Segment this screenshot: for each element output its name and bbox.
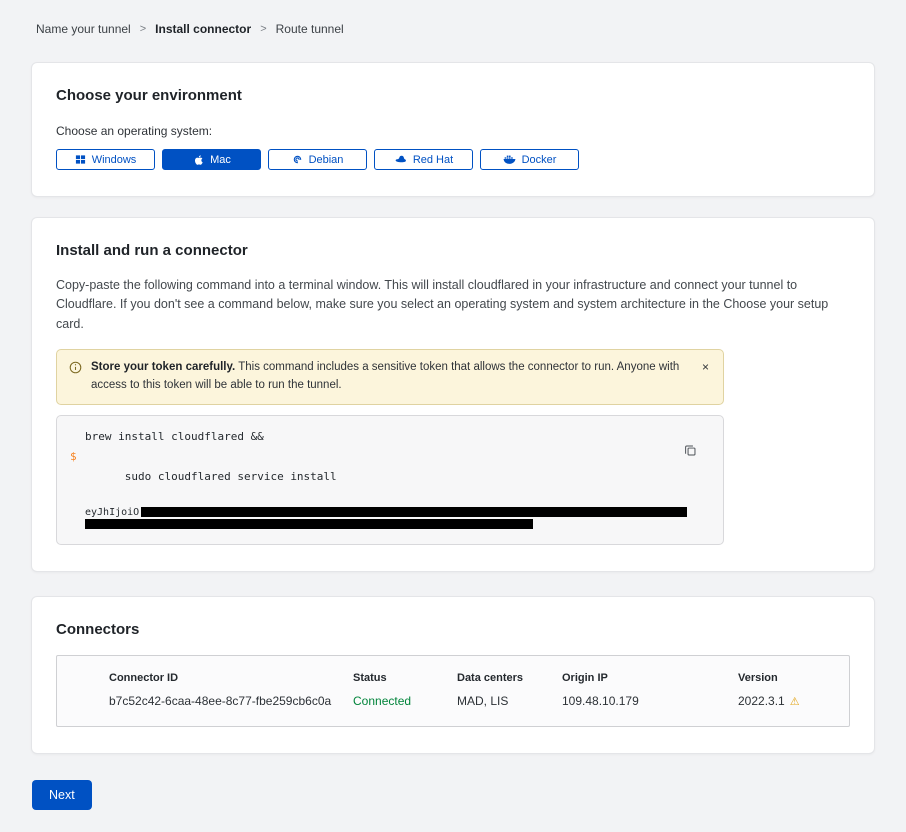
connectors-table-header: Connector ID Status Data centers Origin …	[57, 672, 849, 684]
command-line-2-text: sudo cloudflared service install	[125, 470, 337, 483]
os-button-debian[interactable]: Debian	[268, 149, 367, 170]
origin-ip-value: 109.48.10.179	[562, 694, 738, 708]
command-line-1: brew install cloudflared &&	[85, 427, 679, 447]
redacted-token-bar	[85, 519, 533, 529]
docker-logo-icon	[503, 154, 516, 165]
os-button-redhat[interactable]: Red Hat	[374, 149, 473, 170]
os-button-label: Mac	[210, 154, 231, 166]
table-row: b7c52c42-6caa-48ee-8c77-fbe259cb6c0a Con…	[57, 694, 849, 708]
os-button-label: Debian	[309, 154, 344, 166]
version-warning-icon: ⚠	[790, 696, 800, 708]
info-icon	[69, 361, 82, 379]
token-prefix: eyJhIjoiO	[85, 507, 139, 518]
debian-logo-icon	[292, 154, 303, 165]
token-warning-banner: Store your token carefully. This command…	[56, 349, 724, 405]
token-warning-text: Store your token carefully. This command…	[91, 359, 689, 395]
command-line-2: $sudo cloudflared service install	[85, 447, 679, 507]
environment-card-title: Choose your environment	[56, 87, 850, 104]
header-data-centers: Data centers	[457, 672, 562, 684]
breadcrumb-step-install-connector[interactable]: Install connector	[155, 22, 251, 36]
token-warning-title: Store your token carefully.	[91, 361, 235, 373]
install-card-description: Copy-paste the following command into a …	[56, 276, 850, 334]
breadcrumb-step-name-tunnel[interactable]: Name your tunnel	[36, 22, 131, 36]
connectors-card: Connectors Connector ID Status Data cent…	[31, 596, 875, 754]
install-card-title: Install and run a connector	[56, 242, 850, 259]
connectors-table: Connector ID Status Data centers Origin …	[56, 655, 850, 727]
apple-logo-icon	[192, 154, 204, 166]
connectors-card-title: Connectors	[56, 621, 850, 638]
windows-logo-icon	[75, 154, 86, 165]
token-line-1: eyJhIjoiO	[85, 507, 679, 519]
token-line-2	[85, 519, 679, 531]
header-status: Status	[353, 672, 457, 684]
os-button-windows[interactable]: Windows	[56, 149, 155, 170]
header-connector-id: Connector ID	[57, 672, 353, 684]
redhat-logo-icon	[394, 154, 407, 165]
data-centers-value: MAD, LIS	[457, 694, 562, 708]
header-origin-ip: Origin IP	[562, 672, 738, 684]
close-icon[interactable]: ×	[698, 359, 713, 375]
os-button-label: Red Hat	[413, 154, 453, 166]
os-button-mac[interactable]: Mac	[162, 149, 261, 170]
os-button-group: Windows Mac Debian Red Hat Docker	[56, 149, 850, 170]
terminal-prompt: $	[70, 447, 77, 467]
connector-id-value: b7c52c42-6caa-48ee-8c77-fbe259cb6c0a	[57, 694, 353, 708]
status-badge: Connected	[353, 694, 457, 708]
os-picker-label: Choose an operating system:	[56, 124, 850, 138]
breadcrumb-separator: >	[140, 23, 146, 35]
copy-icon[interactable]	[682, 442, 699, 462]
environment-card: Choose your environment Choose an operat…	[31, 62, 875, 197]
version-value: 2022.3.1	[738, 694, 785, 708]
breadcrumb: Name your tunnel > Install connector > R…	[0, 0, 906, 36]
header-version: Version	[738, 672, 849, 684]
os-button-label: Windows	[92, 154, 137, 166]
breadcrumb-separator: >	[260, 23, 266, 35]
version-cell: 2022.3.1 ⚠	[738, 694, 849, 708]
next-button[interactable]: Next	[32, 780, 92, 810]
breadcrumb-step-route-tunnel[interactable]: Route tunnel	[276, 22, 344, 36]
install-connector-card: Install and run a connector Copy-paste t…	[31, 217, 875, 572]
os-button-docker[interactable]: Docker	[480, 149, 579, 170]
os-button-label: Docker	[522, 154, 557, 166]
redacted-token-bar	[141, 507, 687, 517]
install-command-codeblock: brew install cloudflared && $sudo cloudf…	[56, 415, 724, 545]
